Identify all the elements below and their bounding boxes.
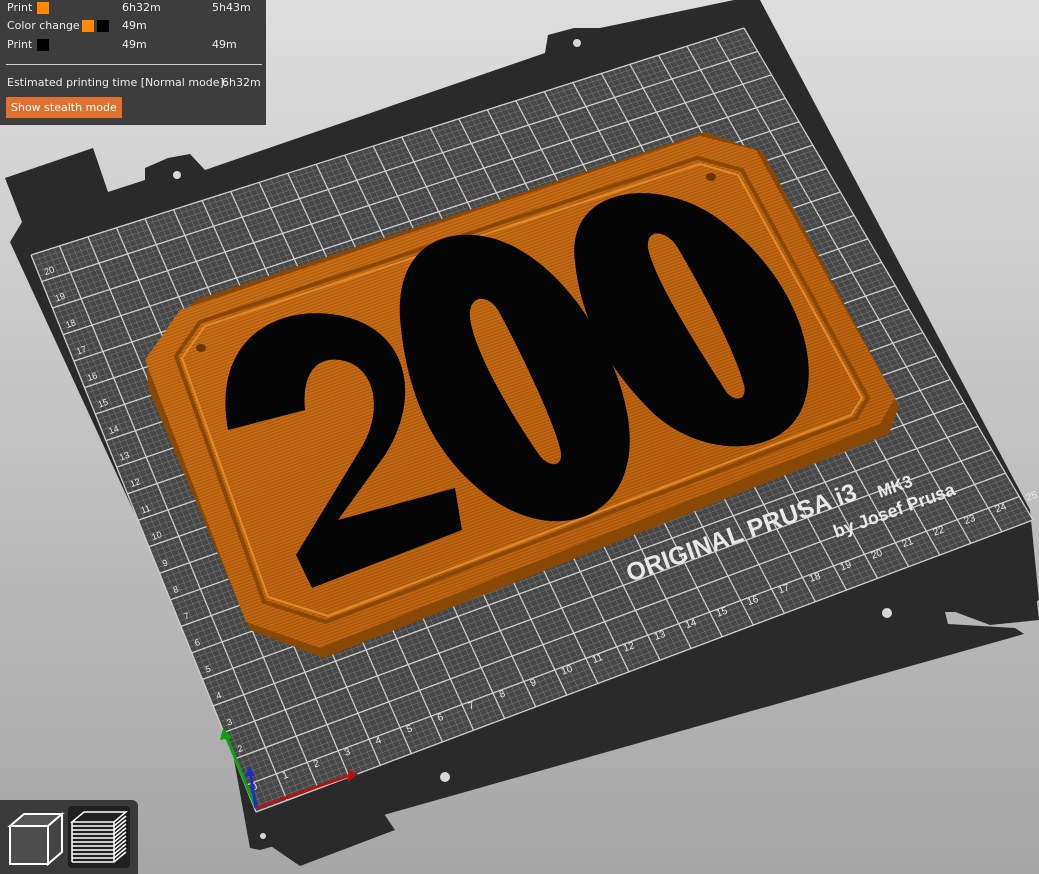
legend-row-label: Color change <box>7 19 80 32</box>
legend-time-stealth: 49m <box>212 38 237 51</box>
legend-swatch-orange <box>82 20 94 32</box>
scene[interactable]: 0123456789101112131415161718192021222324… <box>0 0 1039 874</box>
layers-icon <box>69 811 129 863</box>
view-toolbar <box>0 800 138 874</box>
estimated-time-label: Estimated printing time [Normal mode]: <box>7 76 228 89</box>
legend-time-normal: 6h32m <box>122 1 161 14</box>
color-legend-panel: Print 6h32m 5h43m Color change 49m Print… <box>0 0 266 125</box>
legend-row-label: Print <box>7 38 33 51</box>
legend-swatch-black <box>97 20 109 32</box>
legend-row-label: Print <box>7 1 33 14</box>
estimated-time: Estimated printing time [Normal mode]: 6… <box>7 75 261 91</box>
legend-swatch-orange <box>37 2 49 14</box>
3d-view-button[interactable] <box>4 806 66 868</box>
preview-button[interactable] <box>68 806 130 868</box>
cube-icon <box>7 811 65 867</box>
legend-time-stealth: 5h43m <box>212 1 251 14</box>
legend-time-normal: 49m <box>122 19 147 32</box>
estimated-time-value: 6h32m <box>222 76 261 89</box>
legend-swatch-black <box>37 39 49 51</box>
legend-divider <box>6 64 262 65</box>
legend-time-normal: 49m <box>122 38 147 51</box>
show-stealth-mode-button[interactable]: Show stealth mode <box>6 97 122 118</box>
3d-viewport[interactable]: 0 1 2 3 4 5 6 7 8 9 10 11 12 13 14 15 16 17 18 19 20 21 22 23 24… <box>0 0 1039 874</box>
